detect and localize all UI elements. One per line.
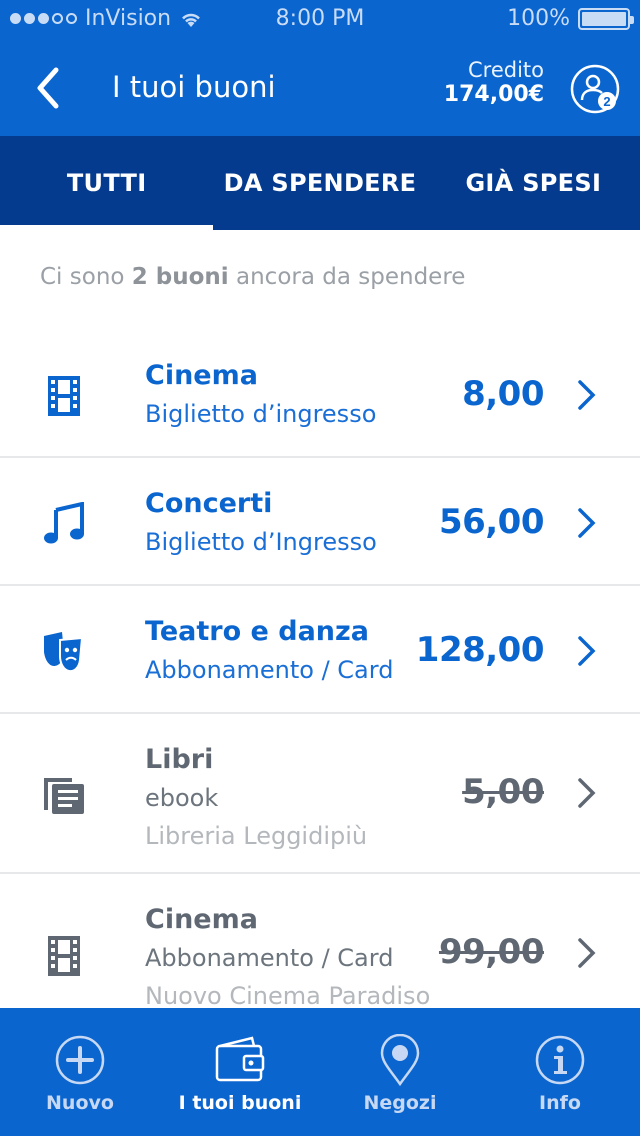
credit-label: Credito — [467, 58, 544, 82]
film-icon — [48, 936, 80, 976]
voucher-price: 99,00 — [438, 932, 545, 972]
bottom-tab-bar: Nuovo I tuoi buoni Negozi Info — [0, 1008, 640, 1136]
voucher-price: 8,00 — [462, 374, 544, 414]
tab-tutti[interactable]: TUTTI — [0, 136, 214, 230]
list-item[interactable]: Libri ebook Libreria Leggidipiù 5,00 — [0, 714, 640, 874]
summary-text: Ci sono 2 buoni ancora da spendere — [40, 264, 465, 290]
voucher-subtitle: Biglietto d’Ingresso — [145, 528, 377, 556]
back-arrow-icon[interactable] — [28, 62, 76, 114]
list-item[interactable]: Cinema Biglietto d’ingresso 8,00 — [0, 330, 640, 458]
map-pin-icon — [380, 1034, 420, 1086]
chevron-right-icon — [578, 380, 596, 410]
credit-amount: 174,00€ — [443, 82, 544, 108]
list-item[interactable]: Teatro e danza Abbonamento / Card 128,00 — [0, 586, 640, 714]
tab-da-spendere[interactable]: DA SPENDERE — [213, 136, 426, 230]
profile-badge-count: 2 — [603, 94, 610, 109]
page-title: I tuoi buoni — [112, 70, 276, 104]
voucher-subtitle: Biglietto d’ingresso — [145, 400, 377, 428]
voucher-subtitle: Abbonamento / Card — [145, 656, 394, 684]
books-icon — [44, 778, 84, 814]
info-circle-icon — [535, 1035, 585, 1085]
voucher-subtitle: Abbonamento / Card — [145, 944, 394, 972]
theater-masks-icon — [44, 632, 84, 673]
voucher-title: Teatro e danza — [145, 616, 369, 647]
voucher-title: Concerti — [145, 488, 273, 519]
voucher-title: Cinema — [145, 904, 258, 935]
status-right: 100% — [507, 6, 634, 31]
tabbar-label: Info — [539, 1092, 581, 1114]
tabbar-item-buoni[interactable]: I tuoi buoni — [160, 1008, 320, 1136]
battery-percent: 100% — [507, 6, 570, 31]
voucher-vendor: Nuovo Cinema Paradiso — [145, 982, 431, 1010]
voucher-list: Cinema Biglietto d’ingresso 8,00 Concert… — [0, 330, 640, 1034]
list-item[interactable]: Concerti Biglietto d’Ingresso 56,00 — [0, 458, 640, 586]
voucher-subtitle: ebook — [145, 784, 219, 812]
voucher-price: 5,00 — [462, 772, 544, 812]
plus-circle-icon — [55, 1035, 105, 1085]
tabbar-label: Nuovo — [46, 1092, 114, 1114]
tabbar-item-negozi[interactable]: Negozi — [320, 1008, 480, 1136]
nav-bar: I tuoi buoni Credito 174,00€ 2 — [0, 40, 640, 136]
tab-gia-spesi[interactable]: GIÀ SPESI — [427, 136, 640, 230]
tabbar-item-nuovo[interactable]: Nuovo — [0, 1008, 160, 1136]
tabbar-item-info[interactable]: Info — [480, 1008, 640, 1136]
voucher-title: Cinema — [145, 360, 258, 391]
battery-icon — [578, 7, 634, 30]
summary-count: 2 buoni — [131, 264, 229, 290]
status-bar: InVision 8:00 PM 100% — [0, 0, 640, 40]
voucher-title: Libri — [145, 744, 214, 775]
voucher-price: 56,00 — [438, 502, 545, 542]
music-icon — [44, 502, 84, 544]
tabbar-label: Negozi — [363, 1092, 437, 1114]
summary-suffix: ancora da spendere — [236, 264, 466, 290]
chevron-right-icon — [578, 636, 596, 666]
summary-prefix: Ci sono — [40, 264, 125, 290]
voucher-price: 128,00 — [415, 630, 545, 670]
voucher-vendor: Libreria Leggidipiù — [145, 822, 368, 850]
film-icon — [48, 376, 80, 416]
credit-display: Credito 174,00€ — [444, 58, 544, 107]
wallet-icon — [215, 1036, 265, 1082]
profile-icon[interactable]: 2 — [570, 64, 620, 114]
segmented-tabs: TUTTI DA SPENDERE GIÀ SPESI — [0, 136, 640, 230]
chevron-right-icon — [578, 508, 596, 538]
chevron-right-icon — [578, 778, 596, 808]
tabbar-label: I tuoi buoni — [178, 1092, 302, 1114]
chevron-right-icon — [578, 938, 596, 968]
